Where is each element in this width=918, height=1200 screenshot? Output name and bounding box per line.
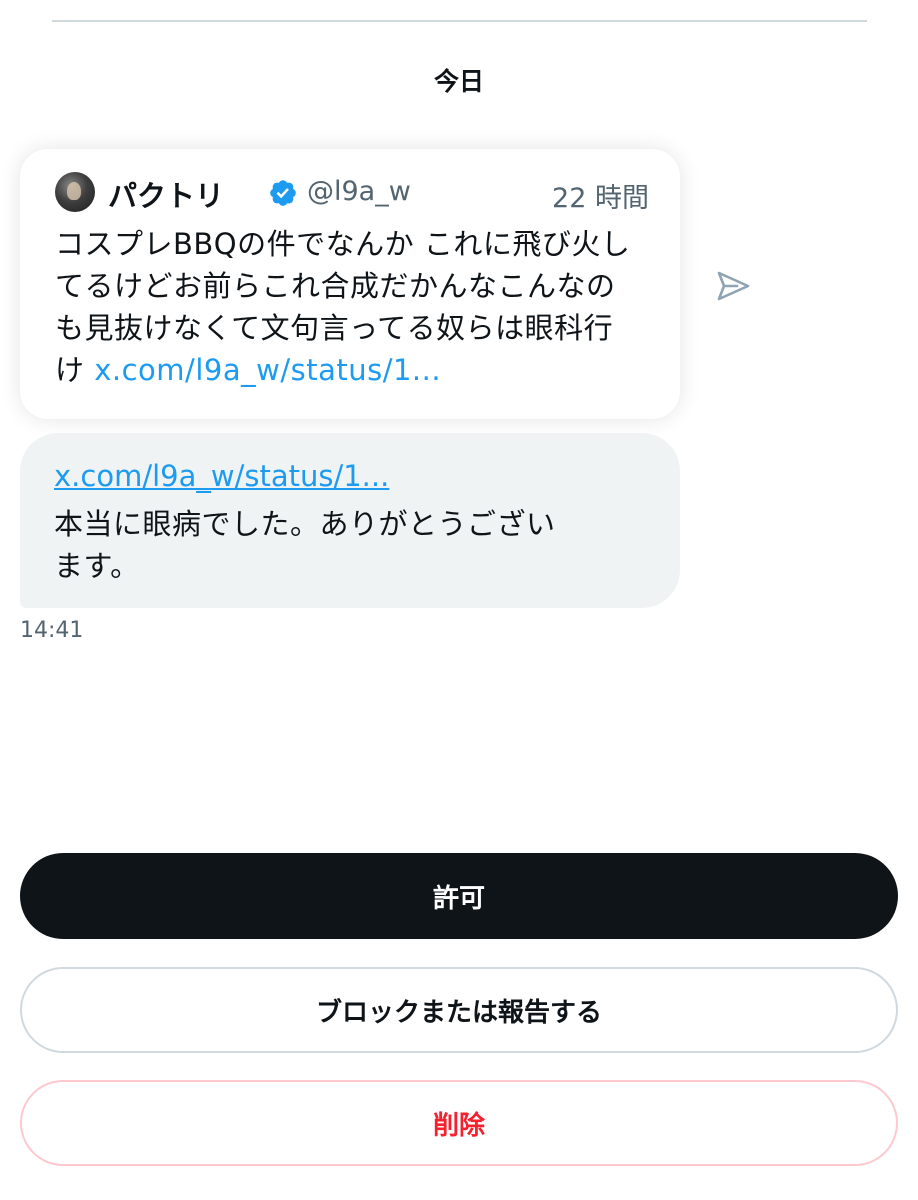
display-name[interactable]: パクトリ <box>108 173 224 215</box>
delete-button[interactable]: 削除 <box>20 1080 898 1166</box>
share-send-icon[interactable] <box>713 266 753 306</box>
tweet-text-line: てるけどお前らこれ合成だかんなこんなの <box>55 269 616 303</box>
verified-badge-icon <box>270 180 296 206</box>
message-text: 本当に眼病でした。ありがとうござい ます。 <box>54 503 634 587</box>
divider <box>52 20 867 22</box>
tweet-text-line: け x.com/l9a_w/status/1... <box>55 349 655 391</box>
tweet-timestamp: 22 時間 <box>552 183 649 214</box>
avatar[interactable] <box>55 172 95 212</box>
tweet-text-line: コスプレBBQの件でなんか これに飛び火し <box>55 227 631 261</box>
tweet-text-fragment: け <box>55 353 85 387</box>
allow-button[interactable]: 許可 <box>20 853 898 939</box>
message-link[interactable]: x.com/l9a_w/status/1... <box>54 459 389 493</box>
block-or-report-button[interactable]: ブロックまたは報告する <box>20 967 898 1053</box>
tweet-text: コスプレBBQの件でなんか これに飛び火し てるけどお前らこれ合成だかんなこんな… <box>55 223 655 391</box>
message-bubble[interactable]: x.com/l9a_w/status/1... 本当に眼病でした。ありがとうござ… <box>20 433 680 608</box>
tweet-link[interactable]: x.com/l9a_w/status/1... <box>94 353 441 387</box>
quoted-tweet-card[interactable]: パクトリ @l9a_w 22 時間 コスプレBBQの件でなんか これに飛び火し … <box>20 149 680 419</box>
message-text-line: ます。 <box>54 549 140 583</box>
message-text-line: 本当に眼病でした。ありがとうござい <box>54 507 556 541</box>
user-handle[interactable]: @l9a_w <box>307 176 411 207</box>
tweet-text-line: も見抜けなくて文句言ってる奴らは眼科行 <box>55 311 614 345</box>
tweet-header: パクトリ @l9a_w 22 時間 <box>55 171 649 215</box>
date-separator: 今日 <box>433 67 484 96</box>
message-request-screen: 今日 パクトリ @l9a_w 22 時間 コスプレBBQの件でなんか これに飛び… <box>0 0 918 1200</box>
message-timestamp: 14:41 <box>20 618 84 643</box>
